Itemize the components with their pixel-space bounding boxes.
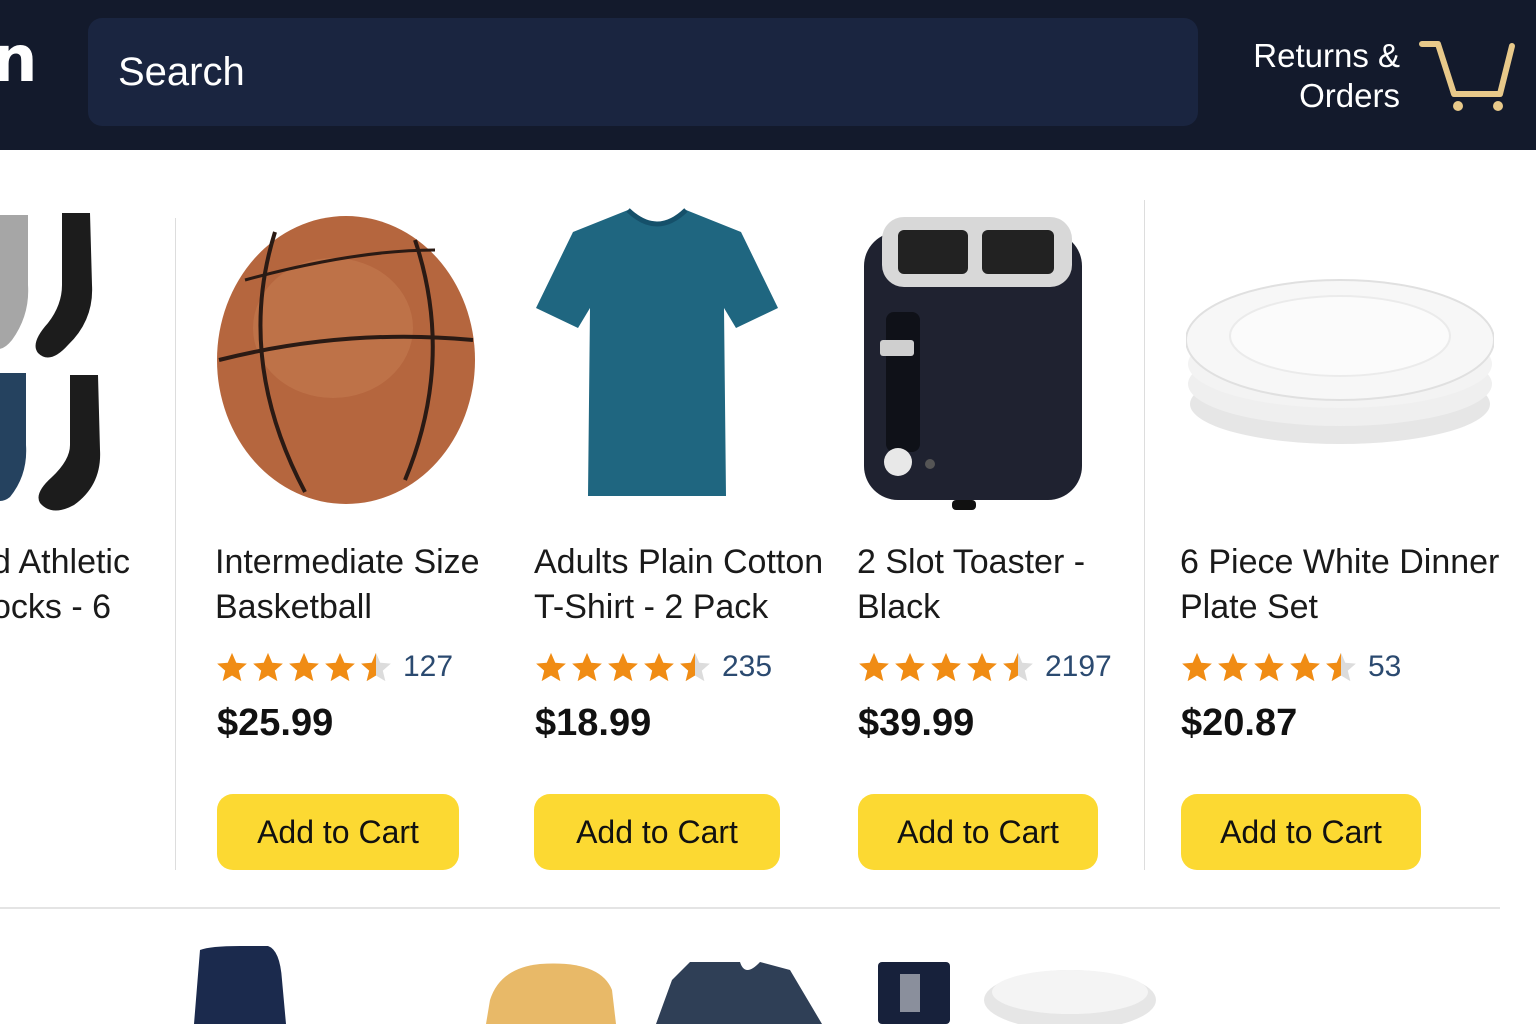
half-star-icon [1326, 652, 1356, 682]
star-rating [1180, 650, 1360, 684]
store-logo[interactable]: n [0, 28, 38, 92]
star-icon [1218, 652, 1248, 682]
star-icon [931, 652, 961, 682]
product-title-line1[interactable]: Intermediate Size [215, 540, 480, 585]
product-title-line2[interactable]: Black [857, 585, 1085, 630]
star-icon [895, 652, 925, 682]
star-icon [967, 652, 997, 682]
cheese-image[interactable] [486, 963, 616, 1024]
star-icon [325, 652, 355, 682]
star-icon [572, 652, 602, 682]
star-icon [289, 652, 319, 682]
product-rating: 127 [215, 647, 453, 687]
card-divider [175, 218, 176, 870]
product-title-line2[interactable]: Basketball [215, 585, 480, 630]
star-icon [859, 652, 889, 682]
product-rating: 235 [534, 647, 772, 687]
returns-label-line1: Returns & [1253, 37, 1400, 74]
socks-image[interactable] [0, 205, 115, 515]
star-rating [857, 650, 1037, 684]
basketball-image[interactable] [215, 210, 477, 506]
review-count[interactable]: 127 [403, 650, 453, 684]
search-input[interactable] [88, 18, 1198, 126]
star-icon [1254, 652, 1284, 682]
product-price: $20.87 [1181, 702, 1298, 744]
star-icon [1290, 652, 1320, 682]
star-icon [536, 652, 566, 682]
product-title-line1[interactable]: Adults Plain Cotton [534, 540, 823, 585]
star-icon [217, 652, 247, 682]
star-icon [1182, 652, 1212, 682]
half-star-icon [1003, 652, 1033, 682]
half-star-icon [680, 652, 710, 682]
add-to-cart-button[interactable]: Add to Cart [217, 794, 459, 870]
product-title-line1[interactable]: 2 Slot Toaster - [857, 540, 1085, 585]
row-divider [0, 907, 1500, 909]
plates-image[interactable] [1186, 276, 1494, 448]
product-title-line2[interactable]: Plate Set [1180, 585, 1499, 630]
product-price: $39.99 [858, 702, 975, 744]
add-to-cart-button[interactable]: Add to Cart [858, 794, 1098, 870]
review-count[interactable]: 53 [1368, 650, 1401, 684]
vneck-shirt-image[interactable] [656, 962, 822, 1024]
returns-label-line2: Orders [1299, 77, 1400, 114]
star-icon [253, 652, 283, 682]
star-icon [608, 652, 638, 682]
product-title-line2[interactable]: T-Shirt - 2 Pack [534, 585, 823, 630]
half-star-icon [361, 652, 391, 682]
add-to-cart-button[interactable]: Add to Cart [534, 794, 780, 870]
review-count[interactable]: 235 [722, 650, 772, 684]
product-title-line1[interactable]: 6 Piece White Dinner [1180, 540, 1499, 585]
card-divider [1144, 200, 1145, 870]
next-row-products-images [194, 946, 1156, 1024]
tshirt-image[interactable] [536, 208, 778, 498]
toaster-image[interactable] [862, 212, 1084, 512]
add-to-cart-button[interactable]: Add to Cart [1181, 794, 1421, 870]
product-title-line1[interactable]: d Athletic [0, 540, 130, 585]
star-rating [534, 650, 714, 684]
returns-and-orders-link[interactable]: Returns & Orders [1240, 36, 1400, 116]
star-icon [644, 652, 674, 682]
product-price: $25.99 [217, 702, 334, 744]
product-rating: 2197 [857, 647, 1112, 687]
star-rating [215, 650, 395, 684]
top-navigation-bar: n Returns & Orders [0, 0, 1536, 150]
product-rating: 53 [1180, 647, 1401, 687]
cart-icon[interactable] [1418, 36, 1518, 114]
product-title-line2[interactable]: ocks - 6 [0, 585, 130, 630]
product-price: $18.99 [535, 702, 652, 744]
navy-garment-image[interactable] [194, 946, 286, 1024]
review-count[interactable]: 2197 [1045, 650, 1112, 684]
